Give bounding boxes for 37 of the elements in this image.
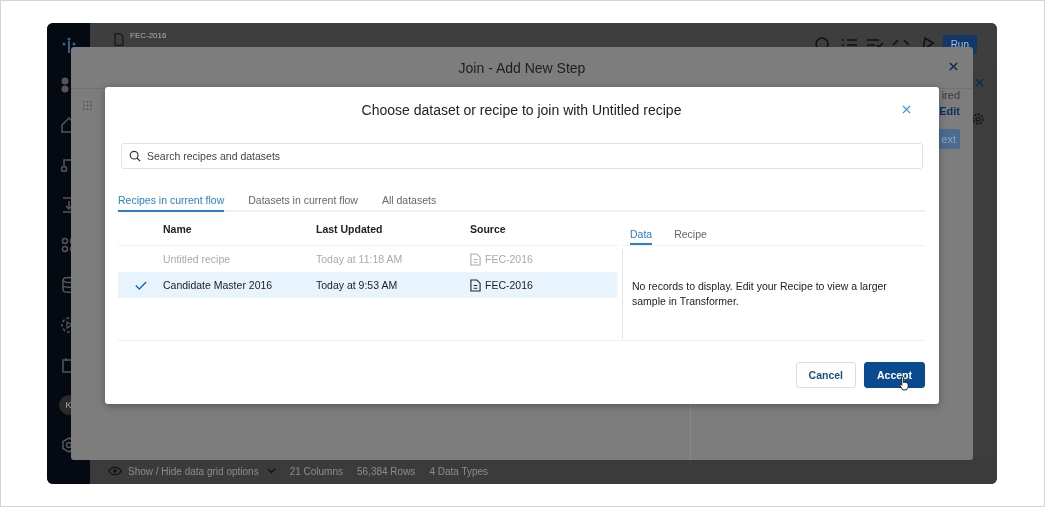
grid-options-toggle[interactable]: Show / Hide data grid options [128,465,259,477]
document-icon [470,252,481,266]
tab[interactable]: Data [630,228,653,245]
table-row[interactable]: Candidate Master 2016 Today at 9:53 AM FEC-2016 [118,272,617,298]
tab[interactable]: Datasets in current flow [248,194,358,212]
dataset-name: FEC-2016 [130,31,167,40]
table-cell: FEC-2016 [485,279,533,291]
required-label: ired [941,89,960,101]
tab[interactable]: All datasets [381,194,437,212]
edit-link[interactable]: Edit [939,105,960,117]
close-icon[interactable] [949,62,958,71]
empty-message: No records to display. Edit your Recipe to view a larger sample in Transformer. [632,279,888,309]
row-count: 56,384 Rows [357,465,416,477]
accept-button[interactable]: Accept [864,361,925,388]
column-count: 21 Columns [289,465,343,477]
tab[interactable]: Recipe [674,228,707,245]
document-icon [470,278,481,292]
settings-icon[interactable] [970,111,986,127]
dialog-title: Choose dataset or recipe to join with Untitled recipe [361,101,682,118]
tab[interactable]: Recipes in current flow [118,194,225,212]
modal-title: Join - Add New Step [458,59,586,76]
table-cell: FEC-2016 [485,253,533,265]
drag-handle-icon[interactable] [82,100,93,111]
search-icon [129,150,141,162]
table-cell-text: Today at 9:53 AM [316,279,399,291]
search-field[interactable]: Search recipes and datasets [121,143,923,169]
close-icon[interactable] [902,105,911,114]
table-cell-text: Untitled recipe [163,253,232,265]
document-icon [114,33,124,46]
check-icon [134,280,147,290]
column-header: Name [163,222,193,235]
table-cell-text: Candidate Master 2016 [163,279,274,291]
cancel-button[interactable]: Cancel [795,361,856,388]
column-header: Last Updated [316,222,384,235]
table-cell-text: Today at 11:18 AM [316,253,404,265]
column-header: Source [470,222,507,235]
data-type-count: 4 Data Types [429,465,489,477]
